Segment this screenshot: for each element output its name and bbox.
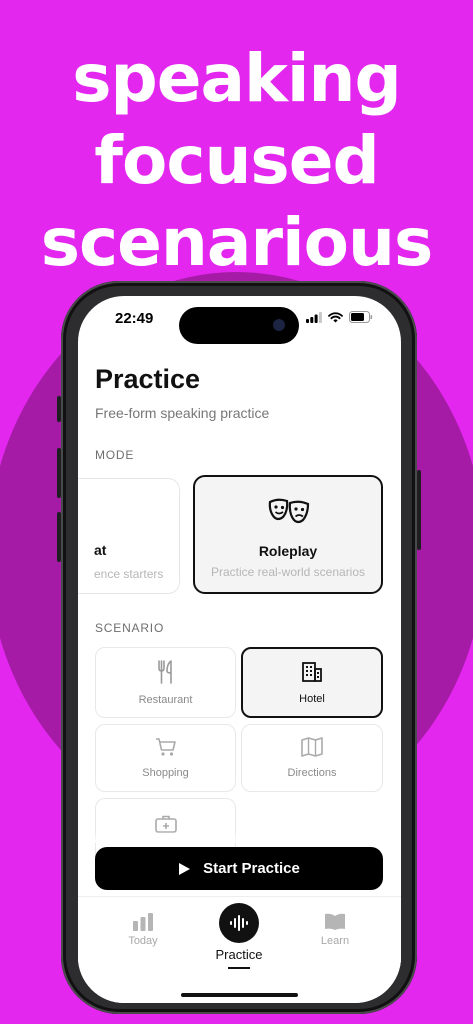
scenario-directions[interactable]: Directions [241, 724, 383, 792]
theater-masks-icon [268, 498, 310, 524]
scenario-section-label: SCENARIO [95, 621, 165, 635]
start-practice-button[interactable]: Start Practice [95, 847, 383, 890]
tab-label: Today [128, 935, 158, 947]
scenario-label: Hotel [299, 693, 325, 705]
status-icons [306, 311, 373, 323]
signal-icon [306, 311, 322, 323]
status-time: 22:49 [115, 310, 154, 327]
scenario-label: Restaurant [138, 694, 193, 706]
scenario-label: Directions [287, 767, 337, 779]
tab-bar: Today Practice Learn [78, 897, 401, 1003]
tab-label: Learn [320, 935, 350, 947]
mode-card-desc: Practice real-world scenarios [210, 565, 366, 579]
fork-knife-icon [157, 660, 172, 684]
scenario-label: Shopping [142, 767, 189, 779]
tab-label: Practice [215, 947, 263, 962]
mode-card-chat[interactable]: at ence starters [78, 478, 180, 594]
headline-line-1: speaking [72, 40, 402, 117]
tab-practice-icon-button[interactable] [219, 903, 259, 943]
scenario-restaurant[interactable]: Restaurant [95, 647, 236, 718]
phone-side-button [57, 396, 61, 422]
play-icon [179, 862, 191, 875]
cart-icon [155, 738, 176, 756]
app-screen: 22:49 Practice Free-form speaking practi… [78, 296, 401, 1003]
mode-section-label: MODE [95, 448, 135, 462]
mode-card-roleplay[interactable]: Roleplay Practice real-world scenarios [193, 475, 383, 594]
page-subtitle: Free-form speaking practice [95, 405, 270, 421]
phone-power-button [417, 470, 421, 550]
promo-headline: speaking focused scenarious [0, 38, 473, 284]
map-icon [301, 737, 323, 757]
camera-icon [273, 319, 285, 331]
tab-today[interactable]: Today [118, 913, 168, 947]
bar-chart-icon [133, 913, 153, 931]
headline-line-2: focused [94, 122, 379, 199]
tab-learn[interactable]: Learn [310, 913, 360, 947]
mode-card-desc: ence starters [94, 567, 164, 581]
scenario-hotel[interactable]: Hotel [241, 647, 383, 718]
start-practice-label: Start Practice [203, 860, 300, 877]
phone-volume-down [57, 512, 61, 562]
mode-card-name: at [94, 542, 107, 558]
tab-practice[interactable]: Practice [204, 947, 274, 969]
scroll-fade [78, 831, 401, 843]
page-title: Practice [95, 364, 201, 394]
tab-active-indicator [228, 967, 250, 969]
wifi-icon [328, 311, 343, 322]
book-icon [325, 913, 345, 930]
mode-card-name: Roleplay [258, 543, 318, 559]
dynamic-island [179, 307, 299, 344]
scenario-shopping[interactable]: Shopping [95, 724, 236, 792]
waveform-icon [230, 915, 248, 931]
phone-volume-up [57, 448, 61, 498]
battery-icon [349, 311, 373, 323]
home-indicator [181, 993, 298, 997]
building-icon [302, 662, 322, 682]
